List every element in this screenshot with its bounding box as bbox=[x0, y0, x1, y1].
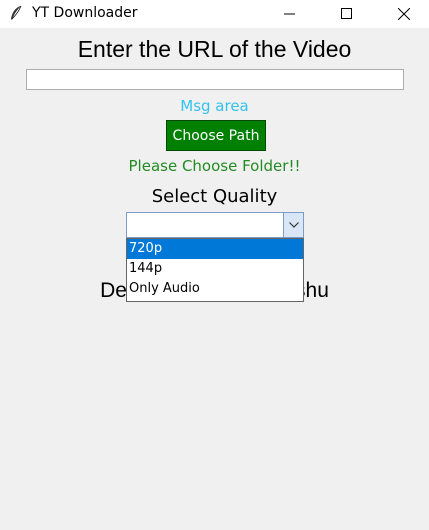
quality-option-720p[interactable]: 720p bbox=[127, 239, 303, 259]
chevron-down-icon bbox=[288, 222, 299, 228]
url-input[interactable] bbox=[26, 69, 404, 90]
url-heading: Enter the URL of the Video bbox=[77, 36, 352, 62]
quality-option-only-audio[interactable]: Only Audio bbox=[127, 279, 303, 299]
maximize-button[interactable] bbox=[318, 0, 376, 28]
choose-path-button[interactable]: Choose Path bbox=[166, 120, 266, 151]
quality-option-144p[interactable]: 144p bbox=[127, 259, 303, 279]
minimize-icon bbox=[284, 13, 295, 15]
window-title: YT Downloader bbox=[32, 5, 138, 21]
message-area: Msg area bbox=[180, 97, 249, 115]
close-icon bbox=[398, 8, 410, 20]
quality-select[interactable] bbox=[126, 212, 304, 238]
minimize-button[interactable] bbox=[261, 0, 319, 28]
quality-label: Select Quality bbox=[151, 186, 278, 207]
title-bar: YT Downloader bbox=[0, 0, 429, 28]
feather-icon bbox=[11, 5, 22, 20]
close-button[interactable] bbox=[375, 0, 429, 28]
quality-dropdown-list: 720p 144p Only Audio bbox=[126, 238, 304, 302]
maximize-icon bbox=[341, 8, 352, 19]
quality-select-arrow[interactable] bbox=[283, 213, 303, 237]
folder-status-message: Please Choose Folder!! bbox=[128, 157, 301, 175]
